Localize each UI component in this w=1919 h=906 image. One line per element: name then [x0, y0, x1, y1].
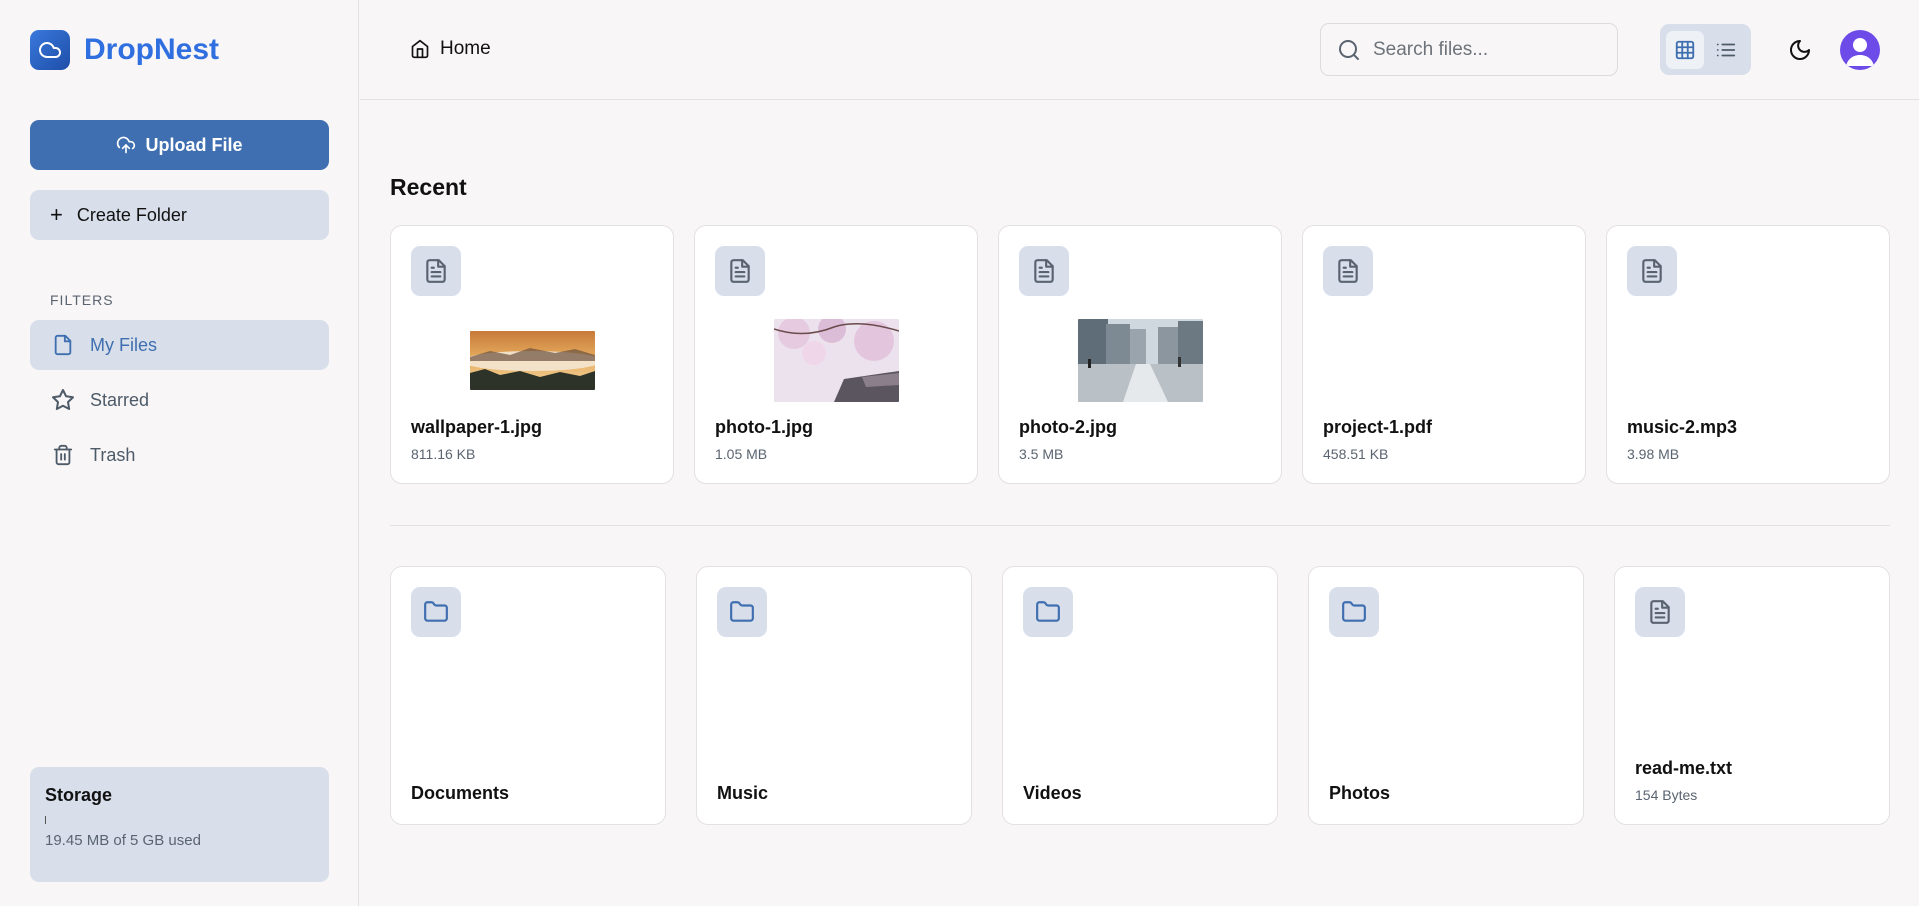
file-icon [1627, 246, 1677, 296]
brand[interactable]: DropNest [30, 30, 219, 70]
folder-icon [411, 587, 461, 637]
star-icon [50, 387, 76, 413]
create-folder-button[interactable]: + Create Folder [30, 190, 329, 240]
storage-usage-text: 19.45 MB of 5 GB used [45, 832, 201, 849]
folder-card[interactable]: Music [696, 566, 972, 825]
search-box[interactable] [1320, 23, 1618, 76]
file-size: 811.16 KB [411, 446, 476, 462]
app-name: DropNest [84, 33, 220, 66]
file-icon [1323, 246, 1373, 296]
image-thumbnail [470, 331, 595, 390]
user-icon [1846, 38, 1874, 66]
upload-file-label: Upload File [145, 134, 243, 155]
upload-file-button[interactable]: Upload File [30, 120, 329, 170]
folder-card[interactable]: Videos [1002, 566, 1278, 825]
file-icon [1019, 246, 1069, 296]
file-name: wallpaper-1.jpg [411, 417, 543, 437]
file-size: 3.98 MB [1627, 446, 1680, 462]
file-name: photo-1.jpg [715, 417, 813, 437]
view-toggle [1660, 24, 1751, 75]
sidebar-item-label: Trash [90, 444, 136, 465]
file-icon [411, 246, 461, 296]
folder-card[interactable]: Photos [1308, 566, 1584, 825]
topbar: Home [360, 0, 1919, 100]
breadcrumb[interactable]: Home [410, 38, 491, 60]
file-size: 3.5 MB [1019, 446, 1064, 462]
storage-title: Storage [45, 785, 113, 805]
file-name: photo-2.jpg [1019, 417, 1117, 437]
list-view-button[interactable] [1708, 31, 1746, 69]
file-size: 458.51 KB [1323, 446, 1389, 462]
sidebar-item-starred[interactable]: Starred [30, 375, 329, 425]
sidebar-item-trash[interactable]: Trash [30, 430, 329, 480]
folder-name: Photos [1329, 783, 1390, 803]
file-card[interactable]: music-2.mp3 3.98 MB [1606, 225, 1890, 484]
grid-icon [1675, 40, 1694, 59]
file-name: project-1.pdf [1323, 417, 1433, 437]
plus-icon: + [50, 202, 63, 227]
folder-icon [717, 587, 767, 637]
cloud-logo-icon [30, 30, 70, 70]
file-icon [50, 332, 76, 358]
cloud-upload-icon [117, 136, 136, 154]
folder-name: Documents [411, 783, 510, 803]
file-card[interactable]: project-1.pdf 458.51 KB [1302, 225, 1586, 484]
create-folder-label: Create Folder [76, 204, 187, 225]
trash-icon [50, 442, 76, 468]
search-input[interactable] [1373, 38, 1603, 61]
avatar[interactable] [1840, 30, 1880, 70]
folder-name: Videos [1023, 783, 1082, 803]
home-icon [411, 39, 429, 59]
storage-progress-fill [45, 816, 46, 824]
sidebar-item-my-files[interactable]: My Files [30, 320, 329, 370]
file-size: 154 Bytes [1635, 787, 1698, 803]
file-card[interactable]: read-me.txt 154 Bytes [1614, 566, 1890, 825]
file-card[interactable]: photo-2.jpg 3.5 MB [998, 225, 1282, 484]
file-size: 1.05 MB [715, 446, 768, 462]
file-icon [715, 246, 765, 296]
file-icon [1635, 587, 1685, 637]
moon-icon [1790, 40, 1810, 60]
theme-toggle-button[interactable] [1780, 30, 1820, 70]
sidebar-item-label: My Files [90, 334, 157, 355]
folder-icon [1023, 587, 1073, 637]
list-icon [1717, 43, 1736, 56]
section-title-recent: Recent [390, 174, 467, 200]
file-name: read-me.txt [1635, 758, 1733, 778]
file-name: music-2.mp3 [1627, 417, 1738, 437]
folder-icon [1329, 587, 1379, 637]
breadcrumb-home: Home [440, 38, 491, 59]
grid-view-button[interactable] [1666, 30, 1704, 69]
file-card[interactable]: wallpaper-1.jpg 811.16 KB [390, 225, 674, 484]
image-thumbnail [774, 319, 899, 402]
sidebar-item-label: Starred [90, 389, 150, 410]
storage-panel: Storage 19.45 MB of 5 GB used [30, 767, 329, 882]
folder-card[interactable]: Documents [390, 566, 666, 825]
image-thumbnail [1078, 319, 1203, 402]
section-divider [390, 525, 1890, 526]
search-icon [1339, 39, 1359, 60]
filters-heading: FILTERS [50, 292, 114, 308]
storage-progress-bar [45, 816, 312, 824]
file-card[interactable]: photo-1.jpg 1.05 MB [694, 225, 978, 484]
folder-name: Music [717, 783, 769, 803]
sidebar: DropNest Upload File + Create Folder FIL… [0, 0, 359, 906]
